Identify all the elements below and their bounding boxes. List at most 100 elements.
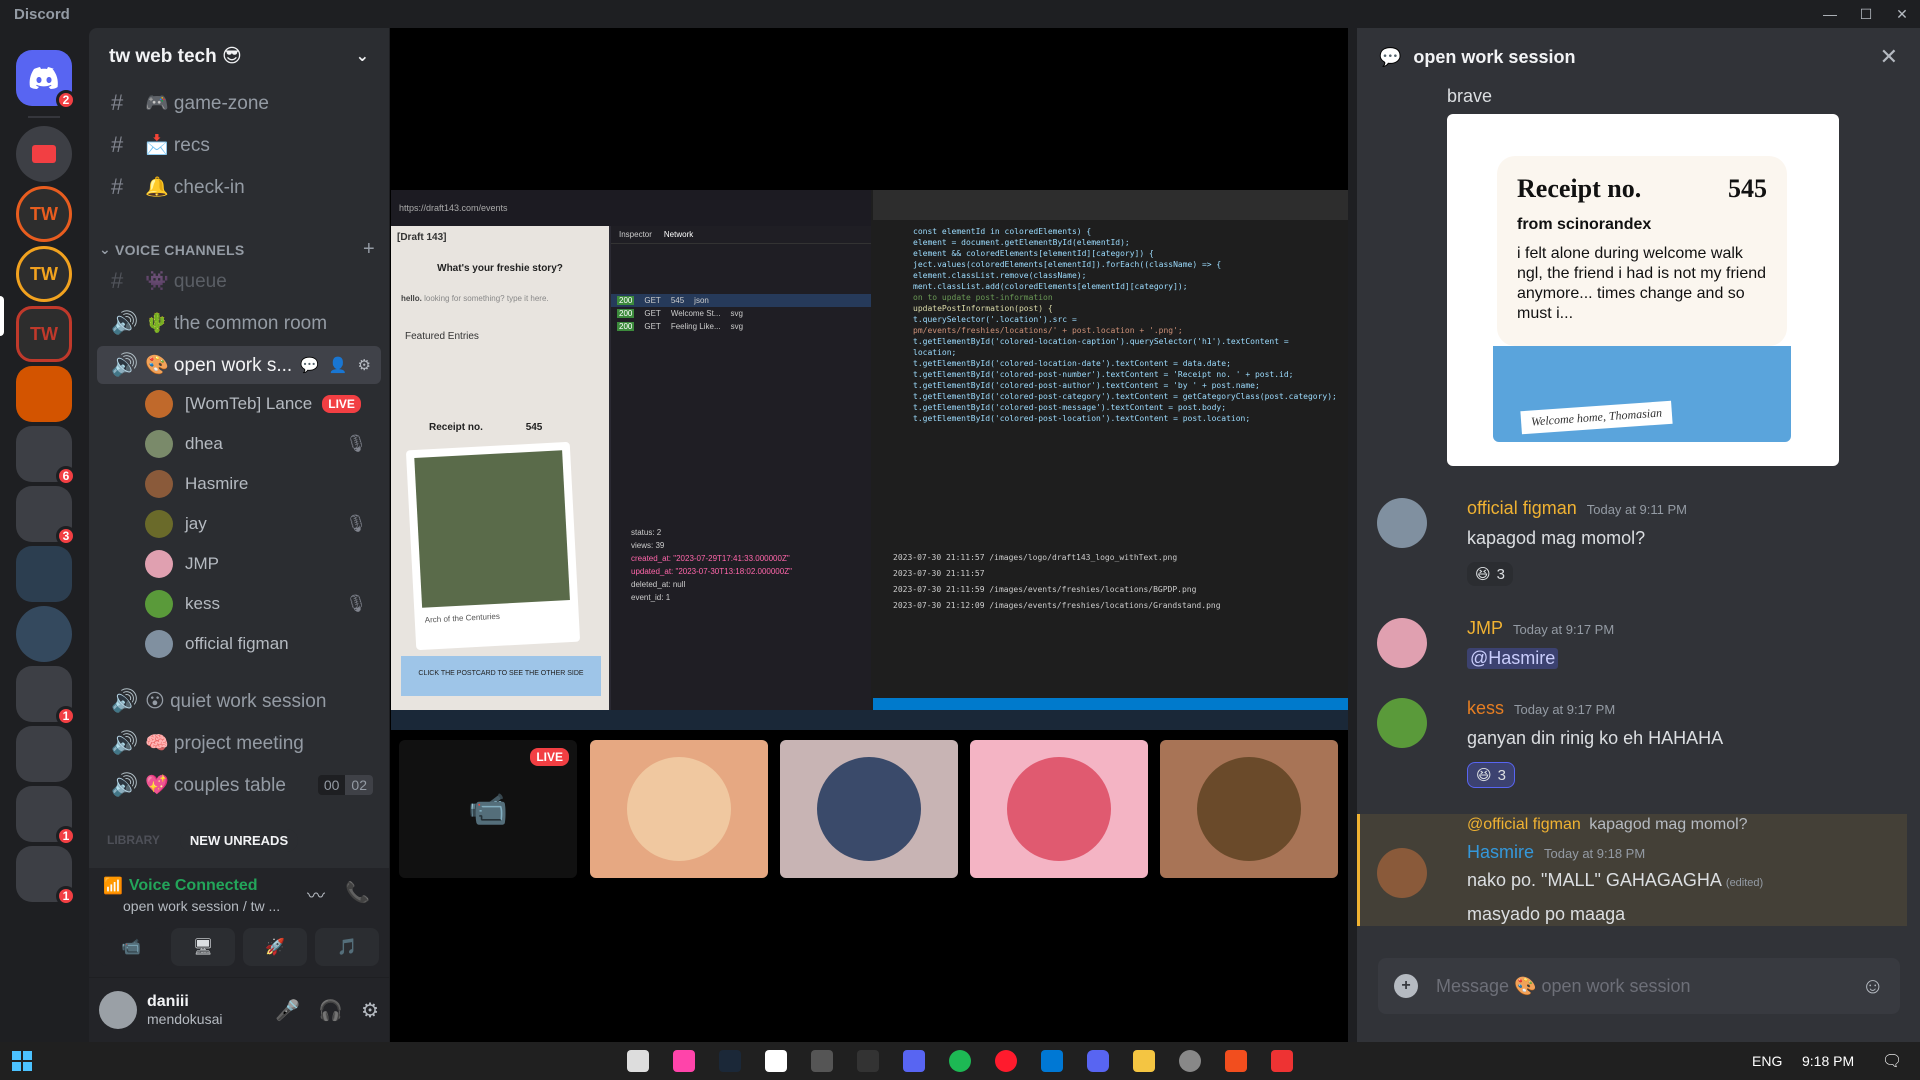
- camera-button[interactable]: 📹: [99, 928, 163, 966]
- soundboard-button[interactable]: 🎵: [315, 928, 379, 966]
- voice-chat-panel: 💬 open work session ✕ brave Receipt no. …: [1357, 28, 1920, 1042]
- voice-user-hasmire[interactable]: Hasmire: [145, 466, 381, 502]
- emoji-icon[interactable]: ☺: [1862, 973, 1884, 999]
- reaction-pill[interactable]: 😆 3: [1467, 762, 1515, 788]
- mic-icon[interactable]: 🎤: [275, 998, 300, 1023]
- server-folder-icon[interactable]: [16, 126, 72, 182]
- server-6-icon[interactable]: [16, 366, 72, 422]
- tw-web-tech-icon[interactable]: TW: [16, 306, 72, 362]
- message-author[interactable]: kess: [1467, 698, 1504, 718]
- opera-icon[interactable]: [995, 1050, 1017, 1072]
- home-button[interactable]: 2: [16, 50, 76, 110]
- server-9-icon[interactable]: [16, 546, 72, 602]
- server-12-icon[interactable]: [16, 726, 72, 782]
- server-13-icon[interactable]: 1: [16, 786, 76, 846]
- avatar: [145, 590, 173, 618]
- file-explorer-icon[interactable]: [1133, 1050, 1155, 1072]
- participant-tile[interactable]: [970, 740, 1148, 878]
- chevron-down-icon[interactable]: ⌄: [356, 46, 369, 66]
- screen-share-button[interactable]: 🖥: [171, 928, 235, 966]
- settings-icon[interactable]: [1179, 1050, 1201, 1072]
- taskbar-app-icon[interactable]: [1041, 1050, 1063, 1072]
- notification-icon[interactable]: 🗨: [1882, 1051, 1902, 1071]
- taskbar-app-icon[interactable]: [1271, 1050, 1293, 1072]
- server-10-icon[interactable]: [16, 606, 72, 662]
- new-unreads-bar[interactable]: LIBRARY NEW UNREADS: [107, 828, 377, 852]
- taskbar-app-icon[interactable]: [857, 1050, 879, 1072]
- headphones-icon[interactable]: 🎧: [318, 998, 343, 1023]
- avatar[interactable]: [1377, 848, 1427, 898]
- taskbar-app-icon[interactable]: [673, 1050, 695, 1072]
- minimize-button[interactable]: —: [1812, 0, 1848, 28]
- channel-check-in[interactable]: # 🔔 check-in: [97, 168, 381, 206]
- voice-channel-open-work[interactable]: 🔊 🎨 open work s... 💬 👤 ⚙: [97, 346, 381, 384]
- voice-user-figman[interactable]: official figman: [145, 626, 381, 662]
- avatar[interactable]: [1377, 498, 1427, 548]
- reply-author[interactable]: @official figman: [1467, 816, 1581, 833]
- server-header[interactable]: tw web tech 😎 ⌄: [89, 28, 389, 84]
- channel-game-zone[interactable]: # 🎮 game-zone: [97, 84, 381, 122]
- speaker-icon: 🔊: [111, 352, 139, 377]
- message-author[interactable]: JMP: [1467, 618, 1503, 638]
- gear-icon[interactable]: ⚙: [358, 356, 371, 374]
- tw-server-2-icon[interactable]: TW: [16, 246, 72, 302]
- voice-user-kess[interactable]: kess 🎙: [145, 586, 381, 622]
- taskbar-language[interactable]: ENG: [1752, 1053, 1782, 1069]
- reaction-pill[interactable]: 😆 3: [1467, 562, 1513, 586]
- taskbar-app-icon[interactable]: [627, 1050, 649, 1072]
- close-icon[interactable]: ✕: [1880, 44, 1898, 70]
- avatar[interactable]: [1377, 618, 1427, 668]
- voice-channel-quiet-work[interactable]: 🔊 😮 quiet work session: [97, 682, 381, 720]
- message-author[interactable]: official figman: [1467, 498, 1577, 518]
- message-input[interactable]: + Message 🎨 open work session ☺: [1378, 958, 1900, 1014]
- tw-server-1-icon[interactable]: TW: [16, 186, 72, 242]
- participant-tile[interactable]: [590, 740, 768, 878]
- maximize-button[interactable]: ☐: [1848, 0, 1884, 28]
- chat-icon[interactable]: 💬: [300, 356, 319, 374]
- voice-channel-couples-table[interactable]: 🔊 💖 couples table 00 02: [97, 766, 381, 804]
- voice-channels-category[interactable]: ⌄ VOICE CHANNELS +: [99, 238, 375, 261]
- taskbar-app-icon[interactable]: [811, 1050, 833, 1072]
- gear-icon[interactable]: ⚙: [361, 998, 379, 1023]
- participant-tile[interactable]: [1160, 740, 1338, 878]
- voice-channel-project-meeting[interactable]: 🔊 🧠 project meeting: [97, 724, 381, 762]
- stream-tile-lance[interactable]: 📹 LIVE: [399, 740, 577, 878]
- activity-button[interactable]: 🚀: [243, 928, 307, 966]
- server-7-icon[interactable]: 6: [16, 426, 76, 486]
- invite-icon[interactable]: 👤: [329, 356, 348, 374]
- voice-channel-queue[interactable]: # 👾 queue: [97, 262, 381, 300]
- voice-user-jay[interactable]: jay 🎙: [145, 506, 381, 542]
- notion-icon[interactable]: [765, 1050, 787, 1072]
- noise-suppression-icon[interactable]: 〰: [307, 882, 325, 908]
- voice-user-jmp[interactable]: JMP: [145, 546, 381, 582]
- disconnect-icon[interactable]: 📞: [345, 880, 370, 905]
- taskbar-clock[interactable]: 9:18 PM: [1802, 1053, 1854, 1069]
- server-8-icon[interactable]: 3: [16, 486, 76, 546]
- voice-user-dhea[interactable]: dhea 🎙: [145, 426, 381, 462]
- reply-preview[interactable]: kapagod mag momol?: [1589, 816, 1747, 833]
- avatar[interactable]: [1377, 698, 1427, 748]
- voice-user-lance[interactable]: [WomTeb] Lance LIVE: [145, 386, 381, 422]
- avatar[interactable]: [99, 991, 137, 1029]
- screen-share-view[interactable]: https://draft143.com/events [Draft 143] …: [391, 190, 1348, 730]
- voice-channel-common-room[interactable]: 🔊 🌵 the common room: [97, 304, 381, 342]
- voice-channel-link[interactable]: open work session / tw ...: [123, 898, 280, 914]
- add-attachment-icon[interactable]: +: [1394, 974, 1418, 998]
- featured-entry-embed[interactable]: Receipt no. 545 from scinorandex i felt …: [1447, 114, 1839, 466]
- discord-taskbar-icon[interactable]: [1087, 1050, 1109, 1072]
- server-14-icon[interactable]: 1: [16, 846, 76, 906]
- user-mention[interactable]: @Hasmire: [1467, 648, 1559, 669]
- taskbar-app-icon[interactable]: [903, 1050, 925, 1072]
- new-unreads-pill[interactable]: NEW UNREADS: [179, 828, 299, 852]
- server-11-icon[interactable]: 1: [16, 666, 76, 726]
- channel-recs[interactable]: # 📩 recs: [97, 126, 381, 164]
- add-channel-icon[interactable]: +: [363, 238, 375, 261]
- participant-tile[interactable]: [780, 740, 958, 878]
- figma-icon[interactable]: [1225, 1050, 1247, 1072]
- message-author[interactable]: Hasmire: [1467, 842, 1534, 862]
- spotify-icon[interactable]: [949, 1050, 971, 1072]
- windows-start-icon[interactable]: [12, 1051, 32, 1071]
- message-time: Today at 9:17 PM: [1514, 702, 1616, 717]
- steam-icon[interactable]: [719, 1050, 741, 1072]
- close-window-button[interactable]: ✕: [1884, 0, 1920, 28]
